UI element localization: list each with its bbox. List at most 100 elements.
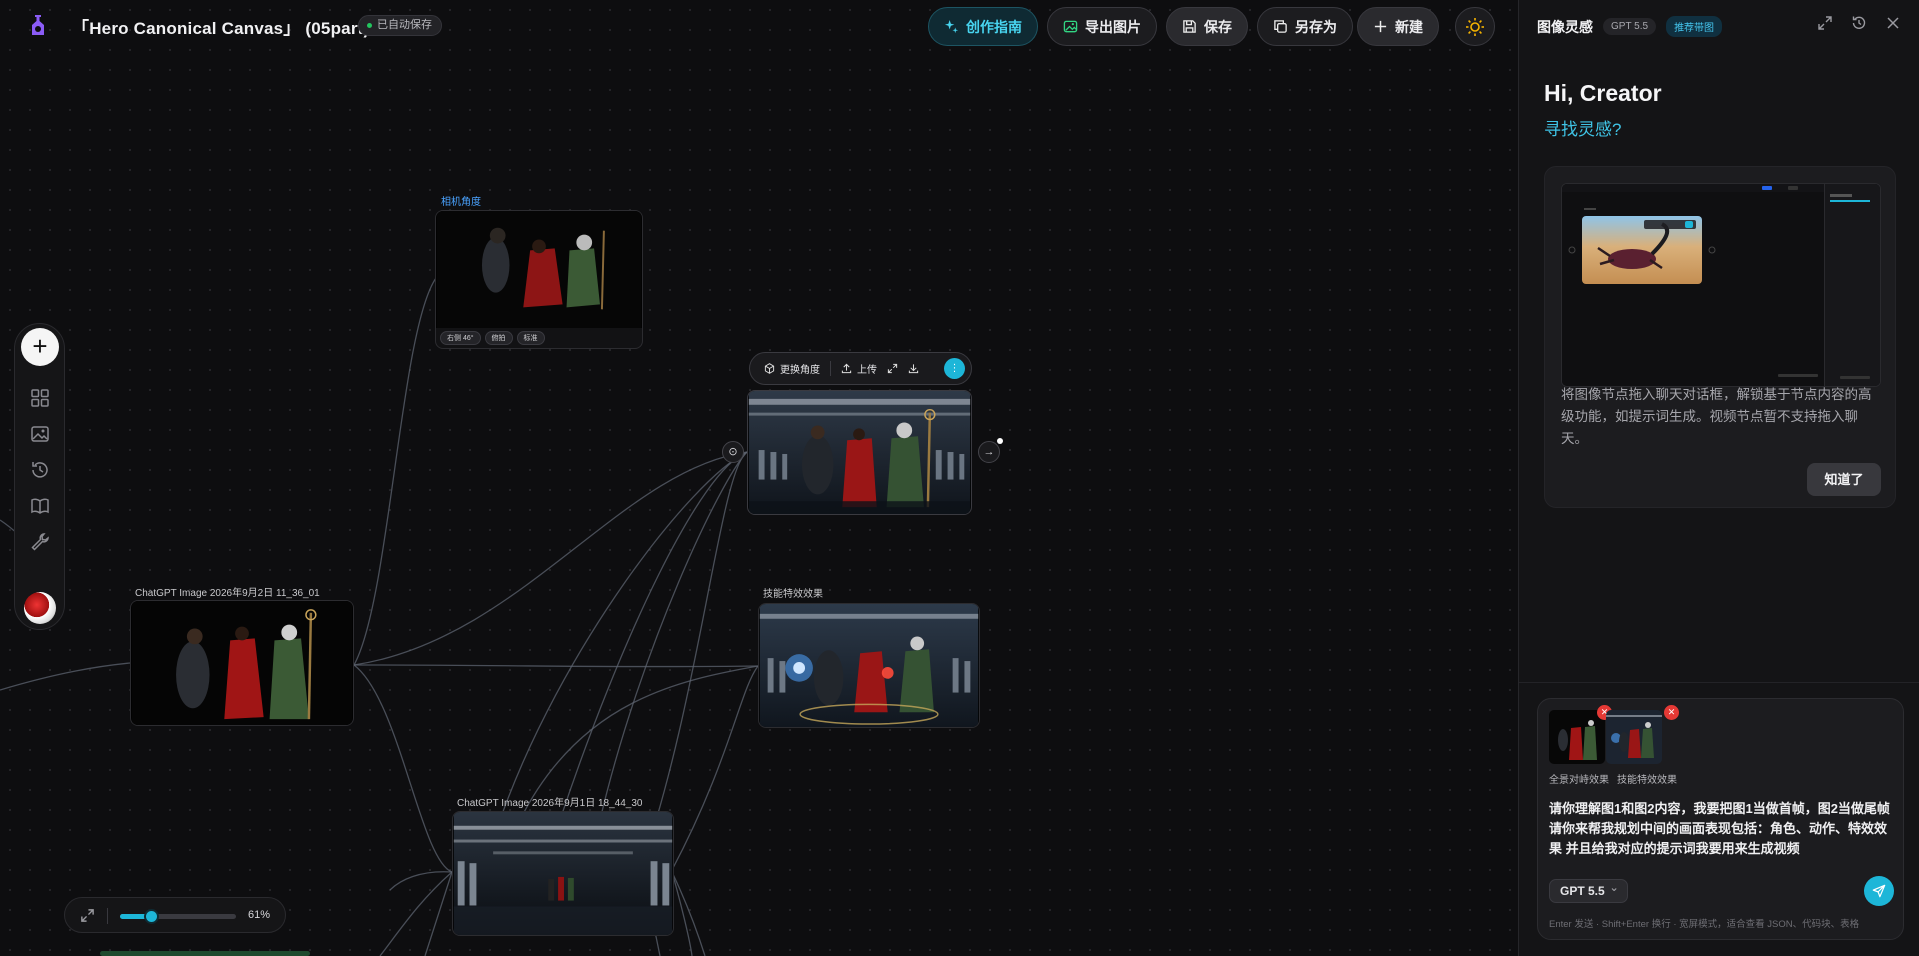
app-root: 相机角度 右侧 46° 俯拍 标准 更换角度 上传 ⋮ ⊙ → ChatGPT … (0, 0, 1919, 956)
attachment-thumb-2[interactable] (1606, 710, 1662, 764)
image-node-selected[interactable] (747, 390, 972, 515)
attachment-image-2 (1606, 710, 1662, 764)
copy-icon (1274, 20, 1287, 33)
inspiration-panel: 图像灵感 GPT 5.5 推荐带图 Hi, Creator 寻找灵感? 将图像节… (1518, 0, 1919, 956)
output-handle[interactable]: → (978, 441, 1000, 463)
close-icon[interactable] (1885, 15, 1901, 31)
message-input[interactable]: 请你理解图1和图2内容，我要把图1当做首帧，图2当做尾帧请你来帮我规划中间的画面… (1549, 799, 1894, 859)
top-bar: 「Hero Canonical Canvas」 (05part) 已自动保存 创… (0, 0, 1518, 52)
send-icon (1872, 884, 1886, 898)
image-icon (1063, 20, 1078, 33)
input-handle[interactable]: ⊙ (722, 441, 744, 463)
sparkle-icon (944, 19, 959, 34)
edge (671, 665, 759, 871)
composer-hint: Enter 发送 · Shift+Enter 换行 · 宽屏模式，适合查看 JS… (1549, 919, 1860, 930)
more-icon: ⋮ (949, 363, 960, 374)
node-label-camera: 相机角度 (441, 197, 481, 208)
zoom-control: 61% (64, 897, 286, 933)
add-node-button[interactable]: + (21, 328, 59, 366)
image-node-main[interactable] (130, 600, 354, 726)
guide-button[interactable]: 创作指南 (928, 7, 1038, 46)
change-angle-label: 更换角度 (780, 365, 820, 376)
remove-attachment-2-button[interactable]: ✕ (1664, 705, 1679, 720)
edge (671, 871, 693, 956)
chip-shot[interactable]: 俯拍 (484, 331, 513, 345)
new-button[interactable]: 新建 (1357, 7, 1439, 46)
camera-params: 右侧 46° 俯拍 标准 (435, 328, 643, 349)
image-library-button[interactable] (30, 424, 50, 444)
export-label: 导出图片 (1085, 18, 1141, 35)
greeting: Hi, Creator (1544, 80, 1662, 106)
user-avatar[interactable] (24, 592, 56, 624)
tip-preview-illustration (1562, 184, 1880, 386)
edge (499, 451, 748, 821)
edge (389, 871, 453, 891)
edge (353, 451, 748, 666)
arrow-right-icon: → (983, 446, 995, 458)
model-select[interactable]: GPT 5.5 (1549, 877, 1628, 903)
edge (379, 871, 453, 956)
chip-lens[interactable]: 标准 (516, 331, 545, 345)
attachment-caption-1: 全景对峙效果 (1549, 775, 1609, 786)
attachment-caption-2: 技能特效效果 (1617, 775, 1677, 786)
tip-card: 将图像节点拖入聊天对话框，解锁基于节点内容的高级功能，如提示词生成。视频节点暂不… (1544, 166, 1896, 508)
edge (424, 871, 453, 956)
image-node-fx[interactable] (758, 603, 980, 728)
new-label: 新建 (1395, 18, 1423, 35)
save-as-button[interactable]: 另存为 (1257, 7, 1353, 46)
panel-title: 图像灵感 (1537, 18, 1593, 35)
plus-icon (1374, 20, 1387, 33)
main-image (131, 601, 353, 725)
change-angle-button[interactable]: 更换角度 (764, 361, 820, 376)
toolbar-divider (830, 361, 831, 376)
recommend-badge[interactable]: 推荐带图 (1666, 16, 1723, 37)
node-toolbar: 更换角度 上传 ⋮ (749, 352, 972, 385)
edge (671, 871, 706, 956)
attachment-thumb-1[interactable] (1549, 710, 1605, 764)
export-image-button[interactable]: 导出图片 (1047, 7, 1157, 46)
image-node-hall[interactable] (452, 811, 674, 936)
connect-icon: ⊙ (728, 446, 738, 458)
autosave-status: 已自动保存 (358, 15, 442, 36)
panel-divider (1519, 682, 1919, 683)
image-node-camera[interactable] (435, 210, 643, 330)
image-icon (31, 426, 49, 442)
greeting-subtitle: 寻找灵感? (1544, 120, 1622, 139)
model-badge: GPT 5.5 (1603, 18, 1657, 35)
grid-button[interactable] (30, 388, 50, 408)
camera-image (436, 211, 642, 329)
node-label-fx: 技能特效效果 (763, 589, 823, 600)
zoom-slider-handle[interactable] (143, 909, 159, 924)
guide-book-button[interactable] (30, 496, 50, 516)
expand-icon[interactable] (1817, 15, 1833, 31)
grid-icon (31, 389, 49, 407)
expand-button[interactable] (887, 363, 898, 374)
node-label-hall: ChatGPT Image 2026年9月1日 18_44_30 (457, 798, 643, 809)
history-button[interactable] (30, 460, 50, 480)
edge (0, 662, 131, 691)
left-toolbar: + (14, 323, 65, 630)
fit-view-icon[interactable] (80, 908, 95, 923)
fx-image (759, 604, 979, 727)
send-button[interactable] (1864, 876, 1894, 906)
more-button[interactable]: ⋮ (944, 358, 965, 379)
tools-button[interactable] (30, 532, 50, 552)
guide-label: 创作指南 (966, 18, 1022, 35)
save-label: 保存 (1204, 18, 1232, 35)
download-icon (908, 364, 919, 374)
app-logo-icon (32, 15, 44, 35)
save-button[interactable]: 保存 (1166, 7, 1248, 46)
got-it-button[interactable]: 知道了 (1807, 463, 1881, 496)
video-node-edge[interactable] (100, 951, 310, 956)
cube-icon (764, 363, 775, 374)
upload-button[interactable]: 上传 (841, 361, 877, 376)
close-icon: ✕ (1667, 707, 1676, 717)
chip-angle[interactable]: 右侧 46° (440, 331, 481, 345)
resize-dot[interactable] (997, 438, 1003, 444)
zoom-divider (107, 908, 108, 924)
history-icon[interactable] (1851, 15, 1867, 31)
tip-preview-image (1561, 183, 1881, 387)
node-canvas[interactable]: 相机角度 右侧 46° 俯拍 标准 更换角度 上传 ⋮ ⊙ → ChatGPT … (0, 0, 1518, 956)
theme-toggle-button[interactable] (1455, 7, 1495, 46)
download-button[interactable] (908, 363, 919, 374)
